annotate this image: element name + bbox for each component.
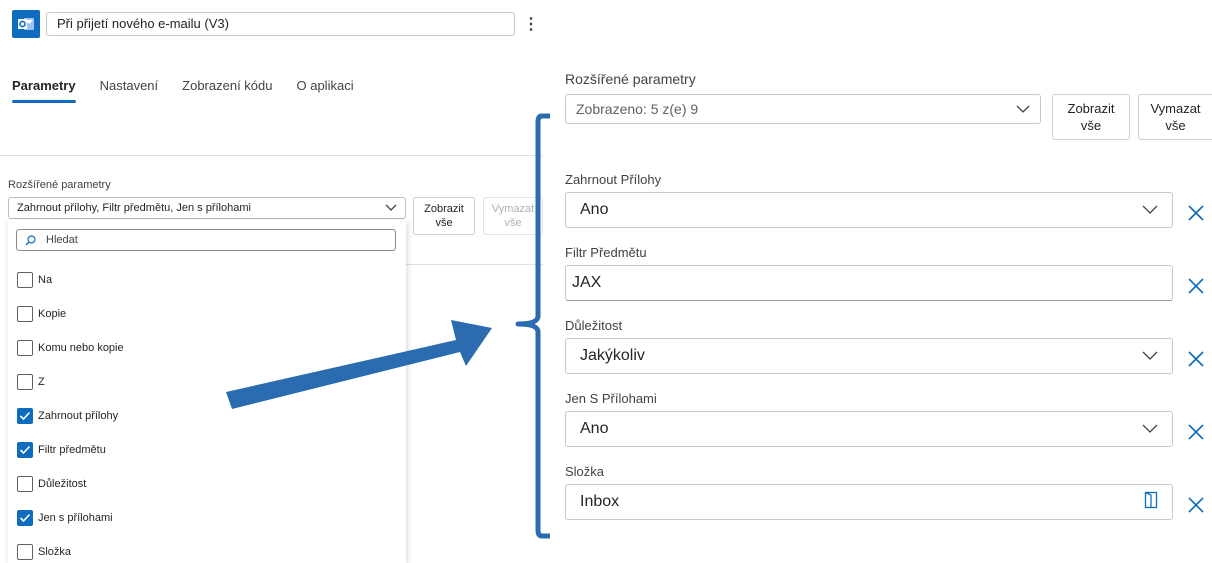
option-komu-nebo-kopie[interactable]: Komu nebo kopie bbox=[17, 338, 124, 358]
chevron-down-icon bbox=[1142, 424, 1158, 433]
field-label-dulezitost: Důležitost bbox=[565, 318, 623, 333]
field-value: Ano bbox=[580, 201, 609, 218]
field-value: JAX bbox=[572, 274, 602, 291]
right-show-all-line2: vše bbox=[1080, 118, 1102, 133]
tab-list: Parametry Nastavení Zobrazení kódu O apl… bbox=[12, 78, 354, 103]
search-icon bbox=[25, 234, 36, 246]
right-clear-all-line1: Vymazat bbox=[1150, 101, 1201, 116]
annotation-arrow bbox=[226, 320, 492, 409]
left-show-all-button[interactable]: Zobrazit vše bbox=[413, 197, 475, 235]
field-label-zahrnout-prilohy: Zahrnout Přílohy bbox=[565, 172, 662, 187]
checkbox[interactable] bbox=[17, 340, 33, 356]
option-label: Filtr předmětu bbox=[38, 444, 106, 456]
field-label-slozka: Složka bbox=[565, 464, 605, 479]
checkbox-checked[interactable] bbox=[17, 408, 33, 424]
option-na[interactable]: Na bbox=[17, 270, 52, 290]
trigger-title-text: Při přijetí nového e-mailu (V3) bbox=[57, 16, 229, 31]
option-label: Na bbox=[38, 274, 53, 286]
right-advanced-params-label: Rozšířené parametry bbox=[565, 71, 696, 87]
field-zahrnout-prilohy-dropdown[interactable]: Ano bbox=[565, 192, 1173, 228]
field-dulezitost-dropdown[interactable]: Jakýkoliv bbox=[565, 338, 1173, 374]
left-advanced-params-dropdown[interactable]: Zahrnout přílohy, Filtr předmětu, Jen s … bbox=[8, 197, 406, 219]
option-label: Komu nebo kopie bbox=[38, 342, 124, 354]
remove-field-close-icon[interactable] bbox=[1186, 276, 1206, 296]
checkbox-checked[interactable] bbox=[17, 442, 33, 458]
left-dropdown-value: Zahrnout přílohy, Filtr předmětu, Jen s … bbox=[17, 202, 251, 214]
right-advanced-params-dropdown[interactable]: Zobrazeno: 5 z(e) 9 bbox=[565, 94, 1041, 124]
checkmark-icon bbox=[19, 513, 31, 523]
chevron-down-icon bbox=[1142, 351, 1158, 360]
right-show-all-line1: Zobrazit bbox=[1067, 101, 1115, 116]
option-label: Zahrnout přílohy bbox=[38, 410, 119, 422]
remove-field-close-icon[interactable] bbox=[1186, 422, 1206, 442]
folder-picker-icon[interactable] bbox=[1144, 491, 1158, 514]
more-options-icon: ⋮ bbox=[523, 16, 539, 33]
chevron-down-icon bbox=[1142, 205, 1158, 214]
field-value: Inbox bbox=[580, 493, 620, 510]
option-dulezitost[interactable]: Důležitost bbox=[17, 474, 86, 494]
chevron-down-icon bbox=[385, 204, 397, 211]
section-divider bbox=[0, 155, 543, 156]
remove-field-close-icon[interactable] bbox=[1186, 495, 1206, 515]
chevron-down-icon bbox=[1016, 105, 1030, 113]
left-show-all-line2: vše bbox=[435, 217, 453, 229]
field-label-jen-s-prilohami: Jen S Přílohami bbox=[565, 391, 657, 406]
tab-nastaveni[interactable]: Nastavení bbox=[100, 78, 159, 103]
trigger-title-input[interactable]: Při přijetí nového e-mailu (V3) bbox=[46, 12, 515, 36]
option-jen-s-prilohami[interactable]: Jen s přílohami bbox=[17, 508, 113, 528]
option-slozka[interactable]: Složka bbox=[17, 542, 71, 562]
field-jen-s-prilohami-dropdown[interactable]: Ano bbox=[565, 411, 1173, 447]
option-label: Jen s přílohami bbox=[38, 512, 113, 524]
right-dropdown-value: Zobrazeno: 5 z(e) 9 bbox=[576, 101, 699, 117]
right-show-all-button[interactable]: Zobrazit vše bbox=[1052, 94, 1130, 140]
left-show-all-line1: Zobrazit bbox=[424, 203, 464, 215]
tab-zobrazeni-kodu[interactable]: Zobrazení kódu bbox=[182, 78, 272, 103]
remove-field-close-icon[interactable] bbox=[1186, 349, 1206, 369]
option-label: Kopie bbox=[38, 308, 67, 320]
option-zahrnout-prilohy[interactable]: Zahrnout přílohy bbox=[17, 406, 118, 426]
option-label: Složka bbox=[38, 546, 72, 558]
option-label: Důležitost bbox=[38, 478, 87, 490]
checkbox[interactable] bbox=[17, 272, 33, 288]
checkbox-checked[interactable] bbox=[17, 510, 33, 526]
option-label: Z bbox=[38, 376, 45, 388]
field-filtr-predmetu-input[interactable]: JAX bbox=[565, 265, 1173, 301]
more-options-button[interactable]: ⋮ bbox=[523, 12, 539, 36]
right-clear-all-button[interactable]: Vymazat vše bbox=[1138, 94, 1212, 140]
checkbox[interactable] bbox=[17, 306, 33, 322]
field-slozka-picker[interactable]: Inbox bbox=[565, 484, 1173, 520]
checkbox[interactable] bbox=[17, 374, 33, 390]
outlook-app-icon bbox=[12, 10, 40, 38]
checkmark-icon bbox=[19, 411, 31, 421]
option-z[interactable]: Z bbox=[17, 372, 45, 392]
tab-parametry[interactable]: Parametry bbox=[12, 78, 76, 103]
remove-field-close-icon[interactable] bbox=[1186, 203, 1206, 223]
annotation-bracket bbox=[515, 113, 550, 539]
tab-o-aplikaci[interactable]: O aplikaci bbox=[297, 78, 354, 103]
option-filtr-predmetu[interactable]: Filtr předmětu bbox=[17, 440, 106, 460]
field-label-filtr-predmetu: Filtr Předmětu bbox=[565, 245, 647, 260]
option-kopie[interactable]: Kopie bbox=[17, 304, 66, 324]
checkmark-icon bbox=[19, 445, 31, 455]
field-value: Ano bbox=[580, 420, 609, 437]
search-input[interactable]: Hledat bbox=[16, 229, 396, 251]
left-advanced-params-label: Rozšířené parametry bbox=[8, 179, 111, 191]
field-value: Jakýkoliv bbox=[580, 347, 645, 364]
checkbox[interactable] bbox=[17, 476, 33, 492]
checkbox[interactable] bbox=[17, 544, 33, 560]
right-clear-all-line2: vše bbox=[1165, 118, 1186, 133]
search-placeholder: Hledat bbox=[46, 234, 78, 246]
